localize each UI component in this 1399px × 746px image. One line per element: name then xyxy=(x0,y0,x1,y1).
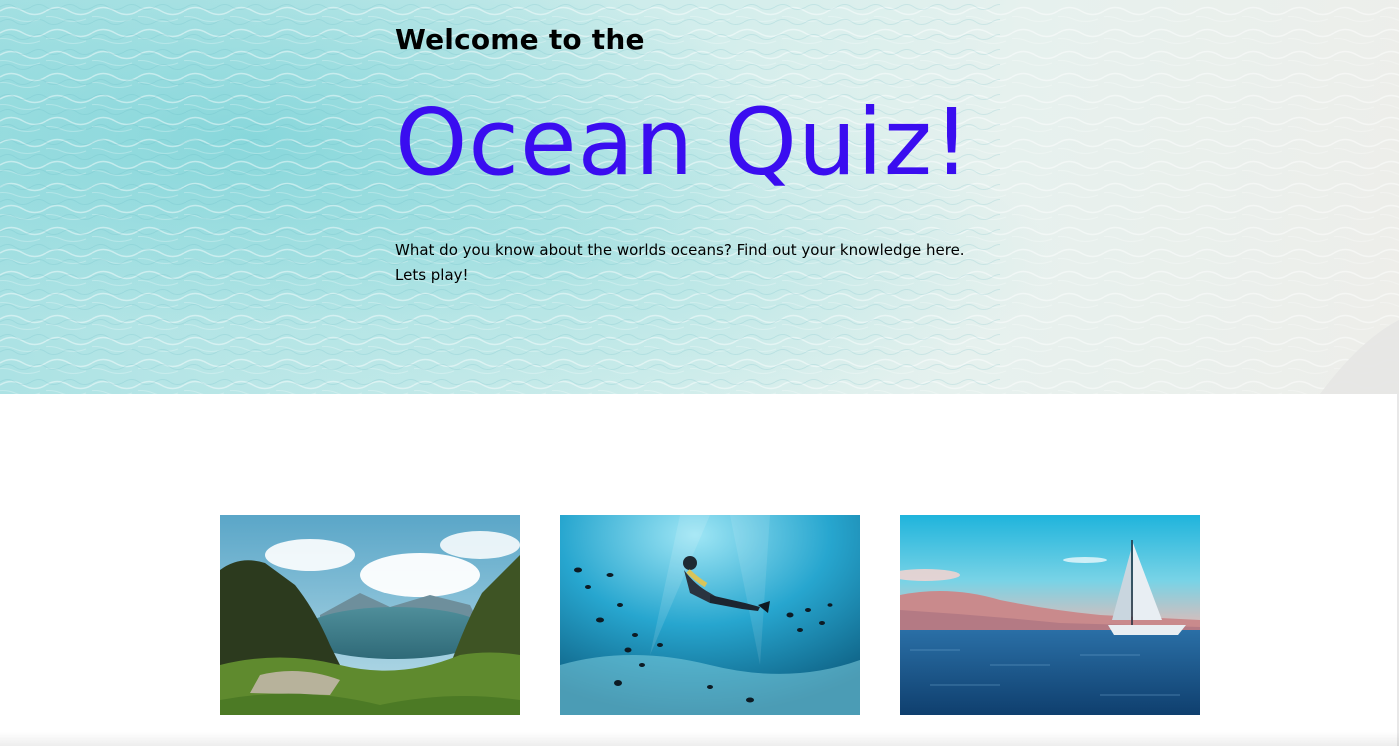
intro-line-1: What do you know about the worlds oceans… xyxy=(395,241,965,259)
hero-content: Welcome to the Ocean Quiz! What do you k… xyxy=(395,20,1035,288)
image-gallery xyxy=(220,515,1200,715)
intro-line-2: Lets play! xyxy=(395,266,469,284)
page: Welcome to the Ocean Quiz! What do you k… xyxy=(0,0,1399,746)
welcome-heading: Welcome to the xyxy=(395,23,645,56)
gallery-image-crater-lake xyxy=(220,515,520,715)
gallery-image-sailboat xyxy=(900,515,1200,715)
bottom-shadow xyxy=(0,732,1399,746)
diver-image xyxy=(560,515,860,715)
intro-text: What do you know about the worlds oceans… xyxy=(395,238,1035,288)
gallery-image-diver xyxy=(560,515,860,715)
hero-banner: Welcome to the Ocean Quiz! What do you k… xyxy=(0,0,1399,394)
quiz-title: Ocean Quiz! xyxy=(395,89,971,196)
sailboat-image xyxy=(900,515,1200,715)
crater-lake-image xyxy=(220,515,520,715)
